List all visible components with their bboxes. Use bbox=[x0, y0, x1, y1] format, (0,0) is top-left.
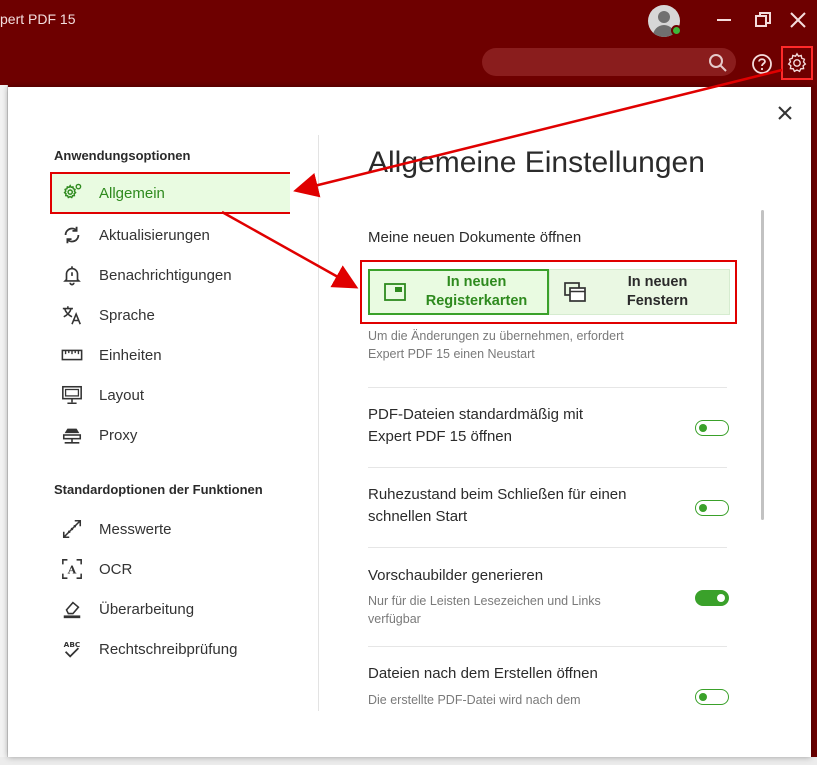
search-icon[interactable] bbox=[708, 53, 728, 73]
setting-label: Dateien nach dem Erstellen öffnen bbox=[368, 665, 598, 682]
sidebar-item-label: Sprache bbox=[99, 306, 155, 324]
layout-icon bbox=[60, 383, 84, 407]
ruler-icon bbox=[60, 343, 84, 367]
search-input[interactable] bbox=[482, 48, 736, 76]
sidebar-item-benachrichtigungen[interactable]: Benachrichtigungen bbox=[52, 256, 290, 294]
restart-note-line: Expert PDF 15 einen Neustart bbox=[368, 347, 535, 361]
sidebar-item-label: Einheiten bbox=[99, 346, 162, 364]
sidebar-item-allgemein[interactable]: Allgemein bbox=[52, 174, 290, 212]
sidebar-item-messwerte[interactable]: Messwerte bbox=[52, 510, 290, 548]
sidebar-item-label: Rechtschreibprüfung bbox=[99, 640, 238, 658]
measure-icon bbox=[60, 517, 84, 541]
restart-note: Um die Änderungen zu übernehmen, erforde… bbox=[368, 327, 624, 363]
settings-dialog: Anwendungsoptionen Allgemein Aktualisier… bbox=[8, 87, 811, 757]
divider bbox=[368, 467, 727, 468]
setting-label-line: Expert PDF 15 öffnen bbox=[368, 428, 512, 445]
settings-sidebar: Anwendungsoptionen Allgemein Aktualisier… bbox=[50, 87, 332, 757]
online-status-dot bbox=[671, 25, 682, 36]
scrollbar[interactable] bbox=[761, 210, 764, 520]
sidebar-item-einheiten[interactable]: Einheiten bbox=[52, 336, 290, 374]
sidebar-item-ocr[interactable]: A OCR bbox=[52, 550, 290, 588]
sidebar-item-label: Messwerte bbox=[99, 520, 172, 538]
bell-icon bbox=[60, 263, 84, 287]
minimize-icon[interactable] bbox=[712, 8, 736, 32]
divider bbox=[368, 387, 727, 388]
open-docs-label: Meine neuen Dokumente öffnen bbox=[368, 229, 582, 246]
sidebar-item-sprache[interactable]: Sprache bbox=[52, 296, 290, 334]
sidebar-item-proxy[interactable]: Proxy bbox=[52, 416, 290, 454]
app-title: pert PDF 15 bbox=[0, 11, 76, 27]
sidebar-item-label: Proxy bbox=[99, 426, 138, 444]
eraser-icon bbox=[60, 597, 84, 621]
choice-label: In neuen bbox=[627, 274, 688, 290]
open-in-tabs-button[interactable]: In neuen Registerkarten bbox=[368, 269, 549, 315]
setting-label-line: schnellen Start bbox=[368, 508, 468, 525]
windows-icon bbox=[564, 282, 586, 302]
sidebar-item-label: Layout bbox=[99, 386, 145, 404]
close-window-icon[interactable] bbox=[786, 8, 810, 32]
toggle-generate-thumbnails[interactable] bbox=[695, 590, 729, 606]
page-title: Allgemeine Einstellungen bbox=[368, 146, 705, 179]
sidebar-item-layout[interactable]: Layout bbox=[52, 376, 290, 414]
section-heading-functions: Standardoptionen der Funktionen bbox=[54, 482, 263, 497]
choice-label: In neuen bbox=[446, 274, 507, 290]
spellcheck-icon: ABC bbox=[60, 637, 84, 661]
sidebar-item-label: Benachrichtigungen bbox=[99, 266, 232, 284]
sidebar-item-label: Aktualisierungen bbox=[99, 226, 210, 244]
setting-description: Nur für die Leisten Lesezeichen und Link… bbox=[368, 592, 601, 628]
translate-icon bbox=[60, 303, 84, 327]
divider bbox=[368, 547, 727, 548]
open-in-windows-button[interactable]: In neuen Fenstern bbox=[549, 269, 730, 315]
setting-label-line: PDF-Dateien standardmäßig mit bbox=[368, 406, 584, 423]
divider bbox=[368, 646, 727, 647]
toggle-open-pdf-default[interactable] bbox=[695, 420, 729, 436]
svg-text:A: A bbox=[67, 564, 77, 577]
setting-label: Ruhezustand beim Schließen für einen sch… bbox=[368, 484, 627, 528]
setting-description-line: Nur für die Leisten Lesezeichen und Link… bbox=[368, 594, 601, 608]
background-app-footer bbox=[0, 757, 817, 765]
refresh-icon bbox=[60, 223, 84, 247]
sidebar-item-label: OCR bbox=[99, 560, 133, 578]
gear-icon bbox=[787, 52, 807, 73]
ocr-icon: A bbox=[60, 557, 84, 581]
choice-label: Fenstern bbox=[626, 293, 689, 309]
setting-label-line: Ruhezustand beim Schließen für einen bbox=[368, 486, 627, 503]
sidebar-divider bbox=[318, 135, 319, 711]
setting-label: PDF-Dateien standardmäßig mit Expert PDF… bbox=[368, 404, 583, 448]
background-app-panel bbox=[0, 85, 8, 765]
setting-description-line: verfügbar bbox=[368, 612, 421, 626]
restore-icon[interactable] bbox=[751, 8, 775, 32]
toggle-open-after-create[interactable] bbox=[695, 689, 729, 705]
proxy-icon bbox=[60, 423, 84, 447]
settings-button[interactable] bbox=[781, 46, 813, 80]
sidebar-item-label: Überarbeitung bbox=[99, 600, 195, 618]
tab-icon bbox=[384, 283, 406, 301]
section-heading-application: Anwendungsoptionen bbox=[54, 148, 191, 163]
sidebar-item-rechtschreibpruefung[interactable]: ABC Rechtschreibprüfung bbox=[52, 630, 290, 668]
restart-note-line: Um die Änderungen zu übernehmen, erforde… bbox=[368, 329, 624, 343]
gear-icon bbox=[60, 181, 84, 205]
sidebar-item-aktualisierungen[interactable]: Aktualisierungen bbox=[52, 216, 290, 254]
choice-label: Registerkarten bbox=[425, 293, 528, 309]
sidebar-item-label: Allgemein bbox=[99, 184, 165, 202]
toggle-hibernate-on-close[interactable] bbox=[695, 500, 729, 516]
sidebar-item-ueberarbeitung[interactable]: Überarbeitung bbox=[52, 590, 290, 628]
setting-description: Die erstellte PDF-Datei wird nach dem bbox=[368, 693, 581, 707]
help-icon[interactable] bbox=[751, 53, 773, 75]
close-icon[interactable] bbox=[775, 103, 795, 123]
title-bar: pert PDF 15 bbox=[0, 0, 817, 85]
setting-label: Vorschaubilder generieren bbox=[368, 567, 544, 584]
